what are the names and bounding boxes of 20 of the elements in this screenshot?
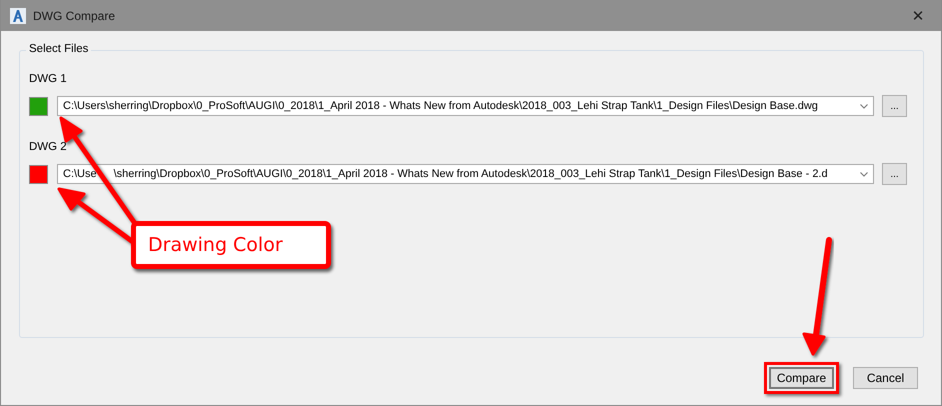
caret-icon	[860, 104, 868, 108]
file-path-text: \sherring\Dropbox\0_ProSoft\AUGI\0_2018\1_April 2018 - Whats New from Autodesk\2018_003_Lehi Strap Tank\1_Design Files\Design Base - 2.d	[114, 168, 828, 180]
caret-icon	[860, 172, 868, 176]
close-button[interactable]: ✕	[895, 0, 941, 31]
dialog-button[interactable]: Cancel	[853, 367, 918, 389]
file-label: DWG 2	[29, 141, 68, 153]
color-swatch[interactable]	[29, 164, 48, 184]
file-path-text: C:\Use	[63, 168, 97, 180]
window-title: DWG Compare	[33, 8, 116, 22]
file-path-combo[interactable]: C:\Users\sherring\Dropbox\0_ProSoft\AUGI\0_2018\1_April 2018 - Whats New from Autodesk\2018_003_Lehi Strap Tank\1_Design Files\Design Base.dwg	[57, 96, 874, 116]
group-legend: Select Files	[26, 43, 92, 55]
file-label: DWG 1	[29, 73, 68, 85]
dialog-button[interactable]: Compare	[769, 367, 834, 389]
app-logo-icon	[10, 8, 26, 24]
browse-button[interactable]: ...	[882, 163, 907, 185]
callout: Drawing Color	[131, 221, 331, 269]
file-path-combo[interactable]: C:\Use \sherring\Dropbox\0_ProSoft\AUGI\0_2018\1_April 2018 - Whats New from Autodesk\2018_003_Lehi Strap Tank\1_Design Files\Design Base - 2.d	[57, 164, 874, 184]
file-path-text: C:\Users\sherring\Dropbox\0_ProSoft\AUGI\0_2018\1_April 2018 - Whats New from Autodesk\2018_003_Lehi Strap Tank\1_Design Files\Design Base.dwg	[63, 100, 818, 112]
color-swatch[interactable]	[29, 96, 48, 116]
browse-button[interactable]: ...	[882, 95, 907, 117]
